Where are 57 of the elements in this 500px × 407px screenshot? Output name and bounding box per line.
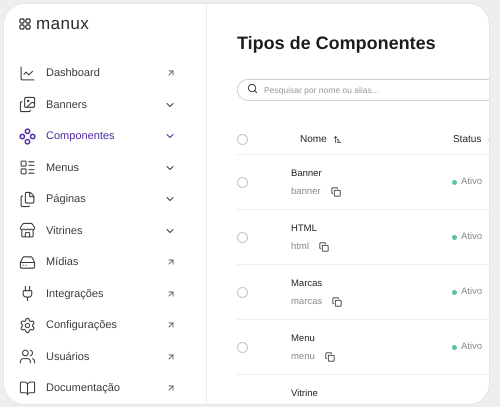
sort-icon[interactable] (332, 135, 342, 144)
sidebar-item[interactable]: Componentes (19, 120, 176, 152)
status-text: Ativo (461, 174, 482, 189)
files-icon (19, 190, 36, 208)
row-checkbox[interactable] (237, 232, 248, 242)
sidebar-item[interactable]: Configurações (19, 310, 176, 341)
drive-icon (19, 254, 36, 271)
status-text: Ativo (461, 284, 482, 299)
sidebar-item[interactable]: Integrações (19, 278, 176, 310)
sidebar-item[interactable]: Usuários (19, 341, 176, 372)
copy-icon[interactable] (324, 352, 335, 362)
nodes-icon (19, 128, 36, 145)
store-icon (19, 222, 36, 240)
book-icon (19, 380, 36, 397)
users-icon (19, 348, 36, 366)
component-name: Banner (291, 167, 323, 181)
external-link-icon (166, 257, 176, 268)
external-link-icon (166, 352, 176, 362)
component-alias: banner (291, 185, 321, 200)
sidebar-item[interactable]: Vitrines (19, 215, 176, 246)
component-name: Menu (291, 332, 316, 346)
row-checkbox[interactable] (237, 134, 248, 145)
copy-icon[interactable] (332, 297, 342, 308)
sidebar-item[interactable]: Menus (19, 152, 176, 184)
search-field[interactable]: Pesquisar por nome ou alias... (237, 79, 489, 101)
row-checkbox[interactable] (237, 342, 248, 352)
status-text: Ativo (461, 340, 482, 354)
logo-text: manux (36, 15, 90, 32)
column-header[interactable]: Status (453, 132, 482, 147)
images-icon (19, 96, 36, 114)
component-name: Vitrine (291, 387, 319, 401)
component-name: HTML (291, 222, 318, 236)
copy-icon[interactable] (318, 242, 329, 252)
column-header[interactable]: Nome (300, 132, 327, 147)
external-link-icon (166, 383, 176, 394)
sidebar-item[interactable]: Mídias (19, 246, 176, 278)
logo-icon (19, 18, 31, 30)
external-link-icon (166, 288, 176, 299)
chart-icon (19, 64, 36, 82)
component-alias: marcas (291, 295, 322, 310)
sidebar-item[interactable]: Banners (19, 89, 176, 120)
sidebar-item[interactable]: Páginas (19, 184, 176, 215)
sidebar-item[interactable]: Dashboard (19, 58, 176, 89)
settings-icon (19, 316, 36, 334)
component-alias: html (291, 240, 309, 254)
external-link-icon (166, 68, 176, 78)
sidebar-item[interactable]: Documentação (19, 372, 176, 404)
list-icon (19, 159, 36, 176)
component-name: Marcas (291, 277, 324, 291)
copy-icon[interactable] (330, 187, 341, 198)
component-alias: menu (291, 350, 315, 364)
search-icon (247, 82, 258, 94)
row-checkbox[interactable] (237, 286, 248, 298)
status-text: Ativo (461, 230, 482, 244)
row-checkbox[interactable] (237, 176, 248, 188)
page-title: Tipos de Componentes (237, 32, 437, 55)
external-link-icon (166, 320, 176, 330)
